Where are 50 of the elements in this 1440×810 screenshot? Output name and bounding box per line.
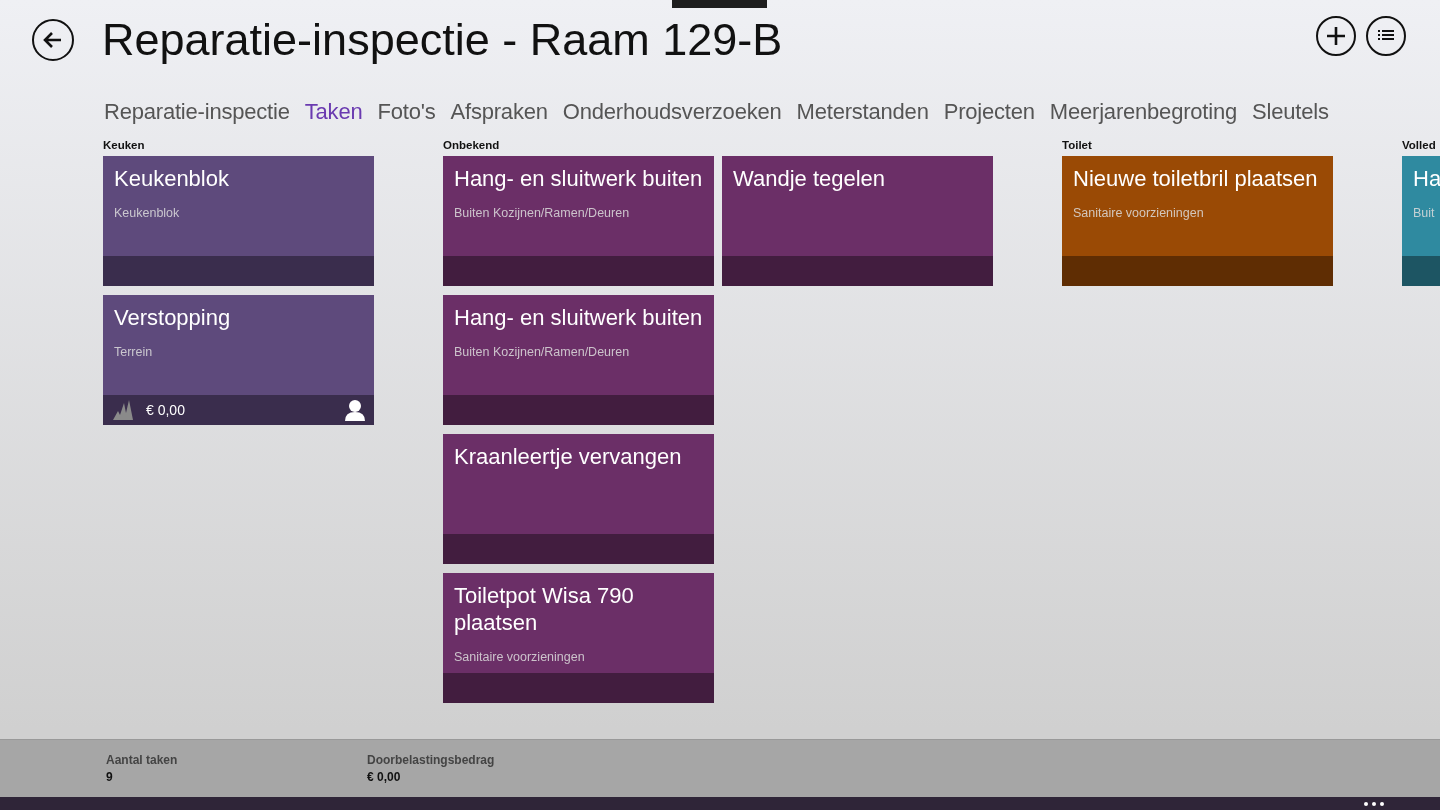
summary-value: 9 xyxy=(106,770,114,784)
summary-label: Doorbelastingsbedrag xyxy=(367,753,496,767)
summary-label: Aantal taken xyxy=(106,753,179,767)
task-tile[interactable]: Nieuwe toiletbril plaatsen Sanitaire voorzieningen xyxy=(1062,156,1333,286)
tile-subtitle: Buiten Kozijnen/Ramen/Deuren xyxy=(454,345,631,359)
list-button[interactable] xyxy=(1366,16,1406,56)
tile-subtitle: Terrein xyxy=(114,345,154,359)
tile-title: Keukenblok xyxy=(114,165,230,192)
task-tile[interactable]: Verstopping Terrein € 0,00 xyxy=(103,295,374,425)
amount-text: € 0,00 xyxy=(146,402,186,418)
tab[interactable]: Foto's xyxy=(377,99,436,125)
tile-subtitle: Buiten Kozijnen/Ramen/Deuren xyxy=(454,206,631,220)
group-heading: Toilet xyxy=(1062,138,1093,153)
tile-subtitle: Sanitaire voorzieningen xyxy=(1073,206,1205,220)
tab[interactable]: Meterstanden xyxy=(796,99,929,125)
group-heading: Keuken xyxy=(103,138,146,153)
group-heading: Volled xyxy=(1402,138,1437,153)
tab[interactable]: Afspraken xyxy=(450,99,548,125)
person-icon xyxy=(345,399,365,421)
tile-subtitle: Keukenblok xyxy=(114,206,181,220)
chart-icon xyxy=(112,399,134,421)
tab[interactable]: Taken xyxy=(304,99,363,125)
task-tile[interactable]: Kraanleertje vervangen xyxy=(443,434,714,564)
tile-title: Hang- en sluitwerk buiten xyxy=(454,165,703,192)
task-tile[interactable]: Toiletpot Wisa 790 plaatsen Sanitaire voorzieningen xyxy=(443,573,714,703)
plus-icon xyxy=(1325,25,1347,47)
tile-subtitle: Sanitaire voorzieningen xyxy=(454,650,586,664)
tile-title: Nieuwe toiletbril plaatsen xyxy=(1073,165,1319,192)
tile-title: Wandje tegelen xyxy=(733,165,887,192)
tile-title: Hang- en sluitwerk buiten xyxy=(454,304,703,331)
tile-title: Verstopping xyxy=(114,304,232,331)
group-heading: Onbekend xyxy=(443,138,501,153)
task-tile[interactable]: Hang- en sluitwerk buiten Buiten Kozijnen/Ramen/Deuren xyxy=(443,156,714,286)
page-title: Reparatie-inspectie - Raam 129-B xyxy=(102,14,784,66)
list-icon xyxy=(1378,29,1394,43)
tile-title: Kraanleertje vervangen xyxy=(454,443,683,470)
more-icon[interactable] xyxy=(1364,801,1384,806)
back-button[interactable] xyxy=(32,19,74,61)
add-button[interactable] xyxy=(1316,16,1356,56)
tab[interactable]: Meerjarenbegroting xyxy=(1049,99,1238,125)
tab[interactable]: Reparatie-inspectie xyxy=(104,99,290,125)
tile-subtitle: Buit xyxy=(1413,206,1436,220)
task-tile[interactable]: Wandje tegelen xyxy=(722,156,993,286)
tab[interactable]: Sleutels xyxy=(1252,99,1329,125)
tab[interactable]: Onderhoudsverzoeken xyxy=(562,99,782,125)
tab[interactable]: Projecten xyxy=(943,99,1035,125)
task-tile[interactable]: Hang- en sluitwerk buiten Buiten Kozijnen/Ramen/Deuren xyxy=(443,295,714,425)
summary-value: € 0,00 xyxy=(367,770,402,784)
task-tile[interactable]: Keukenblok Keukenblok xyxy=(103,156,374,286)
tile-title: Toiletpot Wisa 790 plaatsen xyxy=(454,582,635,636)
